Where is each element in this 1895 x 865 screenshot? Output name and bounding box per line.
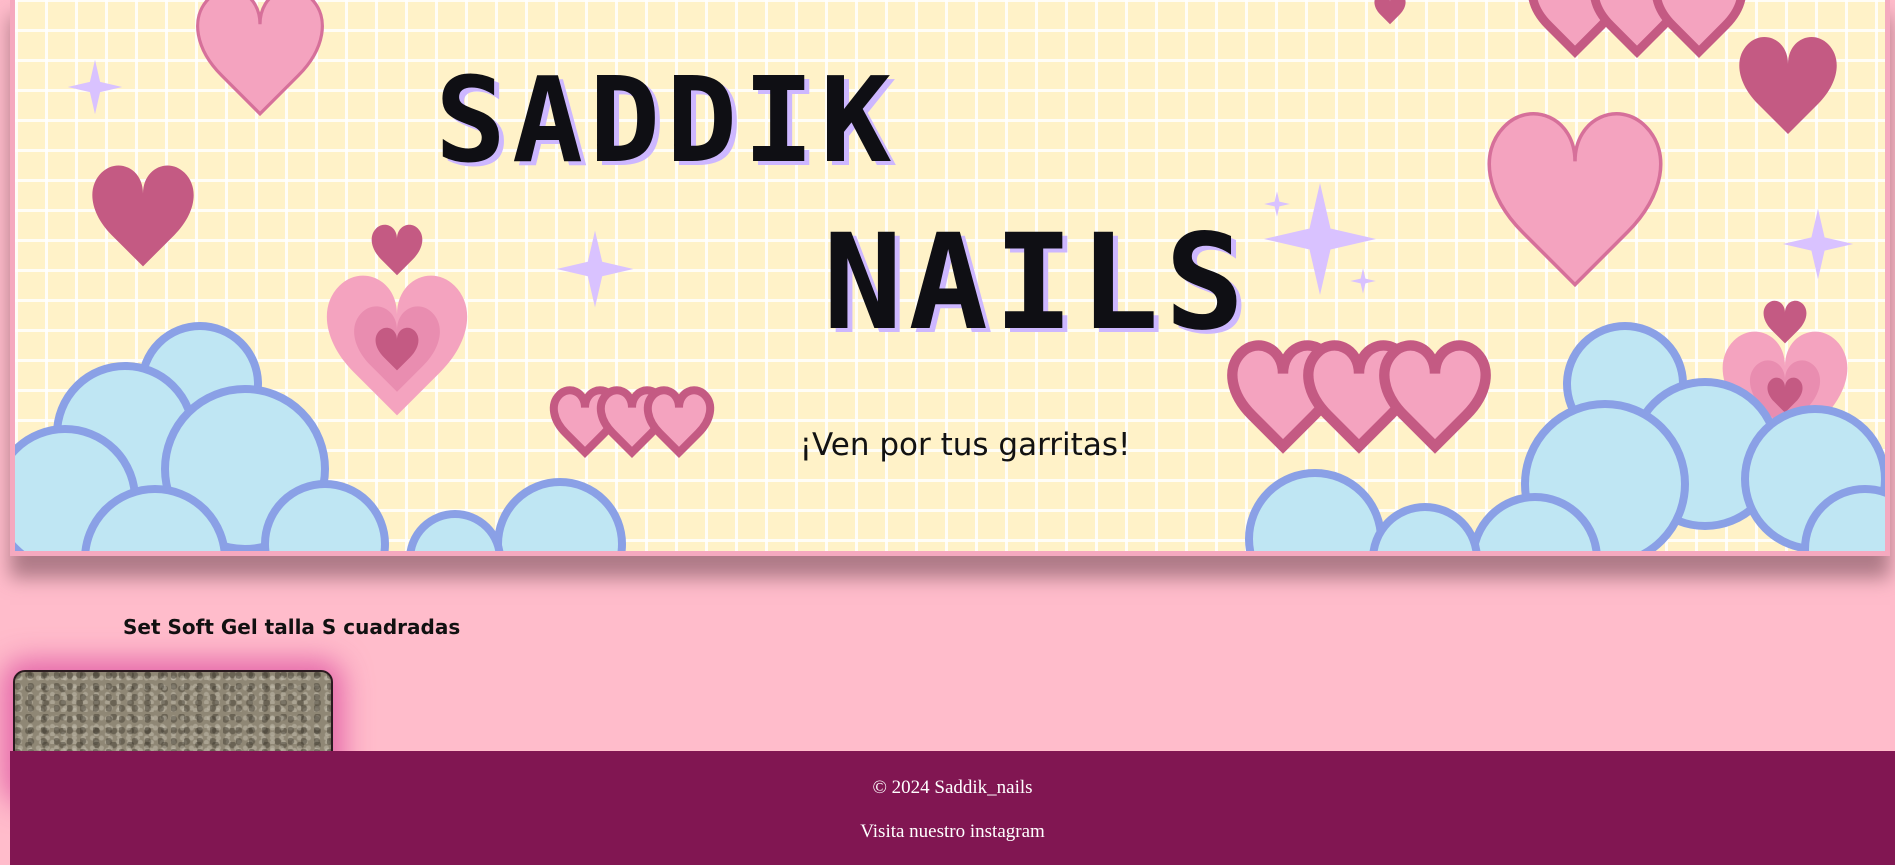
sparkle-icon	[1264, 191, 1290, 217]
site-title-line-1: SADDIK	[435, 51, 898, 189]
sparkle-icon	[556, 230, 634, 308]
sparkle-icon	[1350, 268, 1376, 294]
heart-icon	[1739, 36, 1837, 134]
footer: © 2024 Saddik_nails Visita nuestro insta…	[10, 751, 1895, 865]
sparkle-icon	[67, 59, 123, 115]
heart-icon	[196, 0, 324, 116]
banner-art-area: SADDIK NAILS ¡Ven por tus garritas!	[15, 0, 1885, 551]
sparkle-icon	[1782, 208, 1854, 280]
page: SADDIK NAILS ¡Ven por tus garritas! Set …	[0, 0, 1895, 865]
tagline: ¡Ven por tus garritas!	[799, 427, 1131, 463]
heart-row-icon	[1532, 0, 1742, 52]
heart-icon	[1489, 114, 1661, 285]
sparkle-icon	[1264, 183, 1376, 295]
header-banner: SADDIK NAILS ¡Ven por tus garritas!	[10, 0, 1890, 556]
instagram-link[interactable]: Visita nuestro instagram	[860, 821, 1045, 842]
product-title: Set Soft Gel talla S cuadradas	[123, 615, 461, 639]
heart-icon	[371, 224, 423, 276]
site-title-line-2: NAILS	[823, 206, 1251, 360]
heart-icon	[1374, 0, 1406, 25]
heart-icon	[92, 165, 194, 267]
heart-icon	[326, 275, 468, 416]
footer-copyright: © 2024 Saddik_nails	[872, 777, 1033, 798]
